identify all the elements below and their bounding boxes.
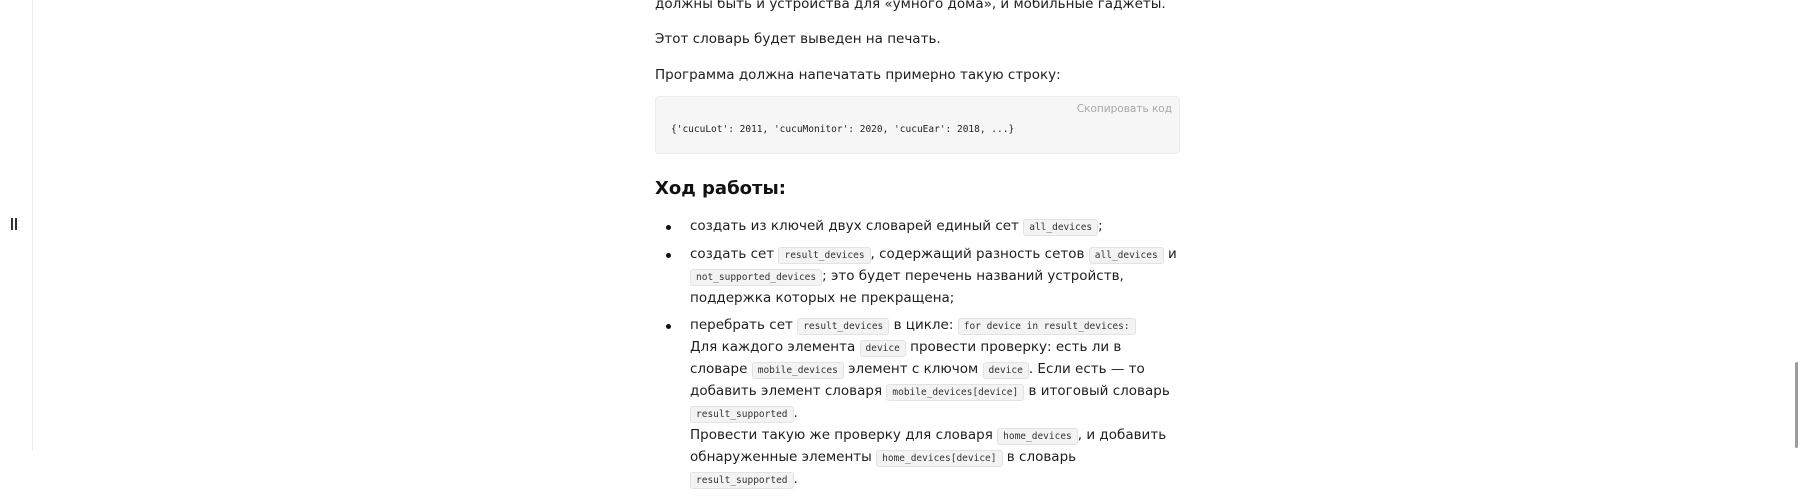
inline-code: device bbox=[982, 362, 1029, 379]
resize-grip-bar-right bbox=[15, 218, 17, 230]
inline-code: result_supported bbox=[690, 406, 794, 423]
step-item: создать из ключей двух словарей единый с… bbox=[655, 216, 1180, 238]
step-text: в словарь bbox=[1006, 449, 1077, 465]
step-text: Для каждого элемента bbox=[690, 339, 856, 355]
step-text: . bbox=[793, 405, 798, 421]
intro-program-line: Программа должна напечатать примерно так… bbox=[655, 67, 1061, 83]
step-text: создать из ключей двух словарей единый с… bbox=[690, 218, 1019, 234]
step-text: создать сет bbox=[690, 246, 775, 262]
step-text: . bbox=[793, 471, 798, 487]
resize-grip-bar-left bbox=[11, 218, 13, 230]
inline-code: home_devices[device] bbox=[876, 450, 1003, 467]
step-text: перебрать сет bbox=[690, 317, 793, 333]
inline-code: all_devices bbox=[1088, 247, 1164, 264]
step-text: элемент с ключом bbox=[848, 361, 979, 377]
inline-code: not_supported_devices bbox=[690, 269, 823, 286]
step-text: Провести такую же проверку для словаря bbox=[690, 427, 993, 443]
inline-code: result_devices bbox=[797, 318, 890, 335]
inline-code: device bbox=[859, 340, 906, 357]
bullet-icon bbox=[666, 225, 671, 230]
bullet-icon bbox=[666, 324, 671, 329]
steps-list: создать из ключей двух словарей единый с… bbox=[655, 216, 1180, 497]
step-text: в итоговый словарь bbox=[1028, 383, 1170, 399]
step-text: и bbox=[1167, 246, 1177, 262]
panel-resize-handle[interactable] bbox=[11, 218, 19, 230]
step-text: в цикле: bbox=[893, 317, 954, 333]
inline-code: result_devices bbox=[778, 247, 871, 264]
inline-code: result_supported bbox=[690, 472, 794, 489]
left-panel-gutter bbox=[0, 0, 33, 450]
step-item: создать сет result_devices, содержащий р… bbox=[655, 244, 1180, 309]
code-block: Скопировать код {'cucuLot': 2011, 'cucuM… bbox=[655, 96, 1180, 154]
step-item: перебрать сет result_devices в цикле: fo… bbox=[655, 315, 1180, 491]
vertical-scrollbar-thumb[interactable] bbox=[1795, 362, 1798, 448]
step-text: ; bbox=[1098, 218, 1103, 234]
intro-cut-line: должны быть и устройства для «умного дом… bbox=[655, 0, 1166, 12]
step-text: , содержащий разность сетов bbox=[870, 246, 1085, 262]
section-heading: Ход работы: bbox=[655, 178, 786, 199]
inline-code: for device in result_devices: bbox=[957, 318, 1136, 335]
inline-code: mobile_devices[device] bbox=[886, 384, 1025, 401]
inline-code: mobile_devices bbox=[751, 362, 844, 379]
inline-code: all_devices bbox=[1023, 219, 1099, 236]
copy-code-button[interactable]: Скопировать код bbox=[1077, 103, 1172, 115]
bullet-icon bbox=[666, 253, 671, 258]
code-text: {'cucuLot': 2011, 'cucuMonitor': 2020, '… bbox=[671, 124, 1015, 135]
intro-print-line: Этот словарь будет выведен на печать. bbox=[655, 31, 941, 47]
inline-code: home_devices bbox=[997, 428, 1078, 445]
